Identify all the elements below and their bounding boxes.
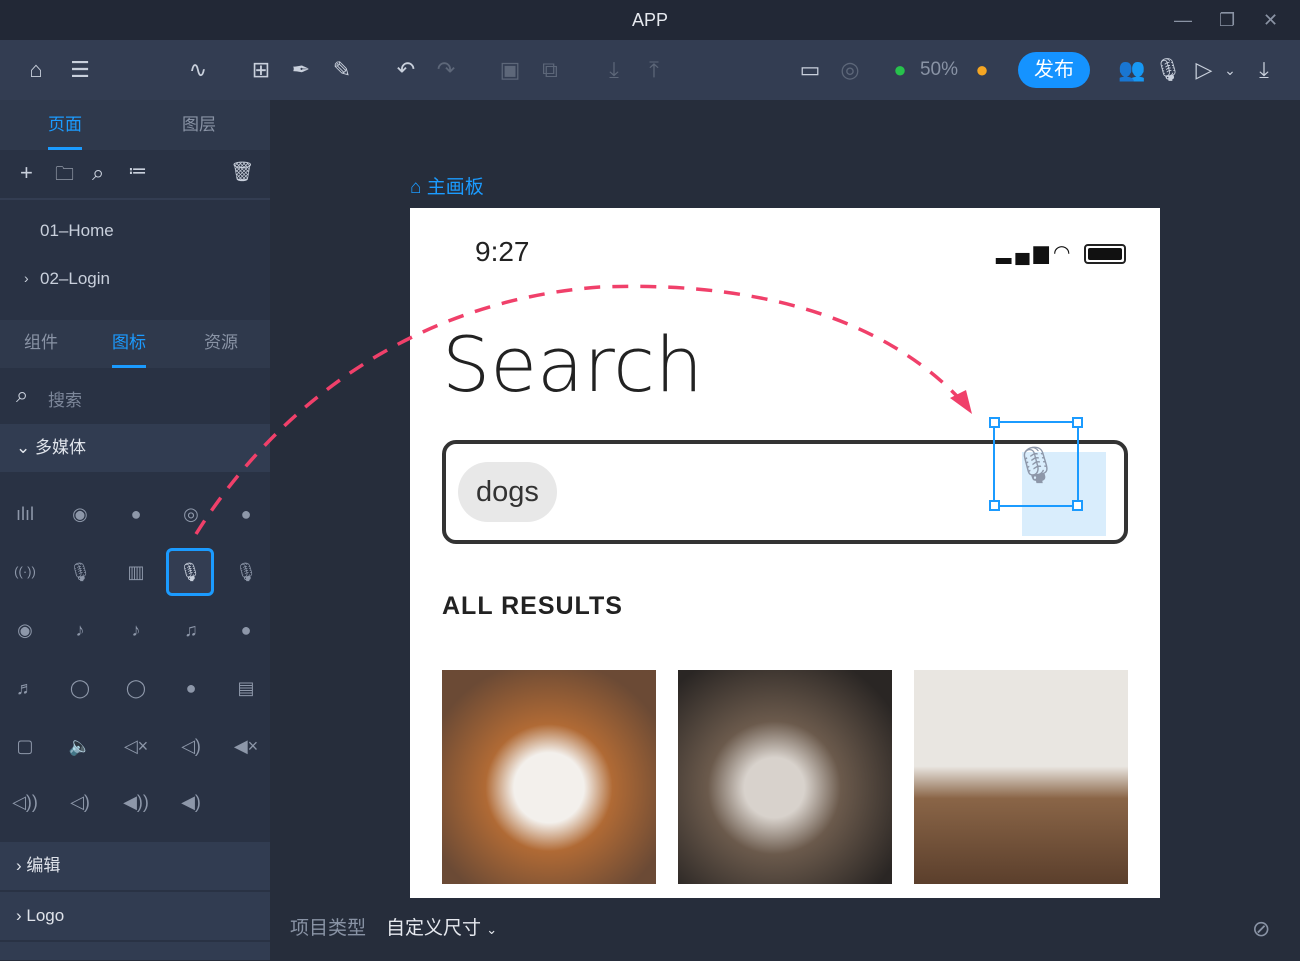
project-type-label: 项目类型 (290, 918, 367, 939)
compass-icon[interactable]: ⊘ (1252, 898, 1270, 960)
project-type-value: 自定义尺寸 (386, 918, 482, 939)
bottom-bar: 项目类型 自定义尺寸 ⌄ ⊘ (270, 898, 1300, 960)
chevron-down-icon: ⌄ (486, 922, 498, 937)
drag-arrow (194, 284, 972, 535)
project-type-select[interactable]: 自定义尺寸 ⌄ (386, 898, 497, 961)
